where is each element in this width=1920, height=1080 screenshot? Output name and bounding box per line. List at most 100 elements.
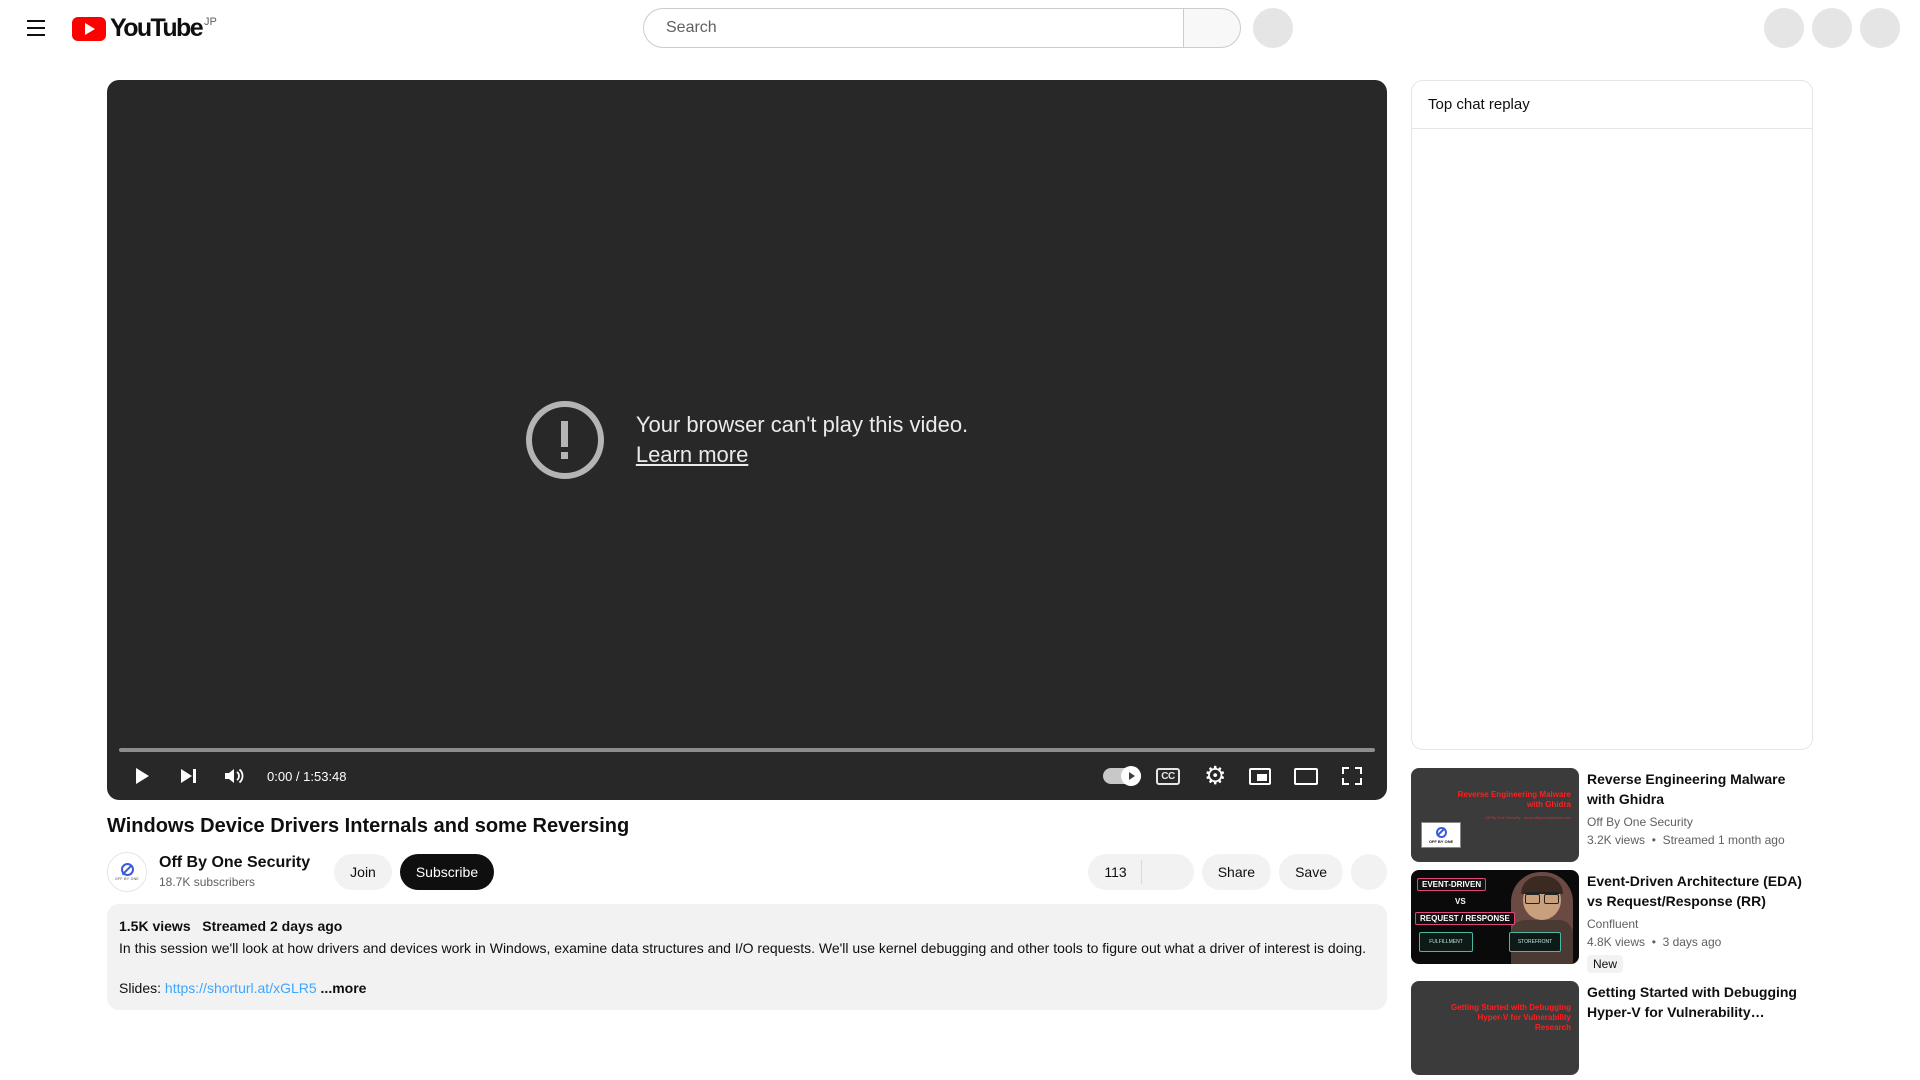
search-box[interactable] xyxy=(643,8,1183,48)
subscribe-button[interactable]: Subscribe xyxy=(399,854,495,890)
recommendation-item[interactable]: Getting Started with Debugging Hyper-V f… xyxy=(1411,981,1813,1075)
slides-link[interactable]: https://shorturl.at/xGLR5 xyxy=(165,980,317,996)
hamburger-menu-icon[interactable] xyxy=(16,8,56,48)
fullscreen-corner xyxy=(1355,767,1362,774)
channel-avatar[interactable]: OFF BY ONE xyxy=(107,852,147,892)
recommendation-thumbnail[interactable]: Reverse Engineering Malware with Ghidra … xyxy=(1411,768,1579,862)
voice-search-button[interactable] xyxy=(1253,8,1293,48)
fullscreen-corner xyxy=(1342,778,1349,785)
secondary-column: Top chat replay Reverse Engineering Malw… xyxy=(1411,80,1813,1075)
join-button[interactable]: Join xyxy=(334,854,392,890)
gear-icon xyxy=(1204,766,1224,786)
like-button[interactable]: 113 xyxy=(1088,854,1140,890)
video-player[interactable]: Your browser can't play this video. Lear… xyxy=(107,80,1387,800)
description-body: In this session we'll look at how driver… xyxy=(119,940,1367,956)
channel-name[interactable]: Off By One Security xyxy=(159,853,310,873)
recommendation-info: Getting Started with Debugging Hyper-V f… xyxy=(1587,981,1813,1075)
hamburger-line xyxy=(27,20,45,22)
view-count: 1.5K views xyxy=(119,918,191,934)
closed-captions-icon: CC xyxy=(1156,767,1180,785)
thumbnail-tag-event-driven: EVENT-DRIVEN xyxy=(1417,878,1487,891)
page-content: Your browser can't play this video. Lear… xyxy=(0,56,1920,1080)
hamburger-line xyxy=(27,27,45,29)
share-button[interactable]: Share xyxy=(1201,854,1272,890)
video-description[interactable]: 1.5K views Streamed 2 days ago In this s… xyxy=(107,904,1387,1010)
recommendation-title: Getting Started with Debugging Hyper-V f… xyxy=(1587,984,1797,1020)
recommendation-thumbnail[interactable]: EVENT-DRIVEN VS REQUEST / RESPONSE FULFI… xyxy=(1411,870,1579,964)
player-controls: 0:00 / 1:53:48 CC xyxy=(107,752,1387,800)
save-button[interactable]: Save xyxy=(1279,854,1343,890)
chat-replay-panel: Top chat replay xyxy=(1411,80,1813,750)
volume-icon xyxy=(225,768,244,784)
autoplay-toggle-button[interactable] xyxy=(1099,752,1145,800)
subtitles-button[interactable]: CC xyxy=(1145,752,1191,800)
search-area xyxy=(643,8,1293,48)
learn-more-link[interactable]: Learn more xyxy=(636,442,968,468)
thumbnail-logo-word: OFF BY ONE xyxy=(1428,838,1454,844)
recommendation-item[interactable]: Reverse Engineering Malware with Ghidra … xyxy=(1411,768,1813,862)
masthead: YouTube JP xyxy=(0,0,1920,56)
theater-mode-button[interactable] xyxy=(1283,752,1329,800)
exclamation-bar xyxy=(561,421,569,447)
publish-date: Streamed 2 days ago xyxy=(202,918,343,934)
thumbnail-box-storefront: STOREFRONT xyxy=(1509,932,1561,952)
thumbnail-tag-request-response: REQUEST / RESPONSE xyxy=(1415,912,1515,925)
recommendation-info: Event-Driven Architecture (EDA) vs Reque… xyxy=(1587,870,1813,973)
thumbnail-title-text: Reverse Engineering Malware with Ghidra xyxy=(1457,790,1571,809)
account-avatar-button[interactable] xyxy=(1860,8,1900,48)
expand-description-button[interactable]: ...more xyxy=(321,980,367,996)
dislike-button[interactable] xyxy=(1142,854,1194,890)
recommendation-channel[interactable]: Off By One Security xyxy=(1587,813,1813,831)
recommendation-info: Reverse Engineering Malware with Ghidra … xyxy=(1587,768,1813,862)
volume-button[interactable] xyxy=(211,752,257,800)
masthead-right xyxy=(1764,8,1900,48)
thumbnail-box-fulfillment: FULFILLMENT xyxy=(1419,932,1473,952)
recommendation-published: 3 days ago xyxy=(1662,935,1722,949)
exclamation-circle-icon xyxy=(525,401,604,479)
no-entry-icon xyxy=(120,863,134,876)
recommendation-published: Streamed 1 month ago xyxy=(1662,833,1785,847)
youtube-play-icon xyxy=(72,17,106,41)
description-gap xyxy=(119,958,1375,978)
channel-info: Off By One Security 18.7K subscribers xyxy=(159,853,310,891)
chat-replay-header[interactable]: Top chat replay xyxy=(1412,81,1812,129)
chat-replay-messages[interactable] xyxy=(1412,129,1812,749)
player-controls-wrapper: 0:00 / 1:53:48 CC xyxy=(107,748,1387,800)
thumbnail-title-text: Getting Started with Debugging Hyper-V f… xyxy=(1451,1003,1571,1032)
fullscreen-button[interactable] xyxy=(1329,752,1375,800)
next-video-button[interactable] xyxy=(165,752,211,800)
description-meta: 1.5K views Streamed 2 days ago xyxy=(119,916,1375,936)
avatar-wordmark: OFF BY ONE xyxy=(114,877,140,881)
recommendation-new-badge: New xyxy=(1587,955,1624,973)
owner-row: OFF BY ONE Off By One Security 18.7K sub… xyxy=(107,852,1387,892)
search-button[interactable] xyxy=(1183,8,1241,48)
recommendation-stats: 3.2K views • Streamed 1 month ago xyxy=(1587,831,1813,849)
notifications-button[interactable] xyxy=(1812,8,1852,48)
miniplayer-button[interactable] xyxy=(1237,752,1283,800)
player-error-title: Your browser can't play this video. xyxy=(635,412,969,437)
person-glasses xyxy=(1525,892,1559,904)
recommendations-list: Reverse Engineering Malware with Ghidra … xyxy=(1411,768,1813,1075)
youtube-logo[interactable]: YouTube JP xyxy=(72,15,217,41)
slides-label: Slides: xyxy=(119,980,162,996)
player-error-text: Your browser can't play this video. Lear… xyxy=(636,412,968,468)
recommendation-item[interactable]: EVENT-DRIVEN VS REQUEST / RESPONSE FULFI… xyxy=(1411,870,1813,973)
recommendation-views: 4.8K views xyxy=(1587,935,1646,949)
theater-mode-icon xyxy=(1294,767,1318,785)
play-button[interactable] xyxy=(119,752,165,800)
no-entry-icon xyxy=(1435,826,1447,838)
more-actions-button[interactable] xyxy=(1351,854,1387,890)
fullscreen-icon xyxy=(1342,767,1362,785)
stats-separator: • xyxy=(1651,833,1656,847)
exclamation-glyph xyxy=(561,421,569,459)
recommendation-thumbnail[interactable]: Getting Started with Debugging Hyper-V f… xyxy=(1411,981,1579,1075)
search-input[interactable] xyxy=(666,19,1183,37)
fullscreen-corner xyxy=(1342,767,1349,774)
recommendation-channel[interactable]: Confluent xyxy=(1587,915,1813,933)
settings-button[interactable] xyxy=(1191,752,1237,800)
create-button[interactable] xyxy=(1764,8,1804,48)
youtube-wordmark: YouTube xyxy=(110,14,204,42)
video-actions: 113 Share Save xyxy=(1088,854,1387,890)
recommendation-title: Reverse Engineering Malware with Ghidra xyxy=(1587,771,1786,807)
channel-subscriber-count: 18.7K subscribers xyxy=(159,875,256,889)
